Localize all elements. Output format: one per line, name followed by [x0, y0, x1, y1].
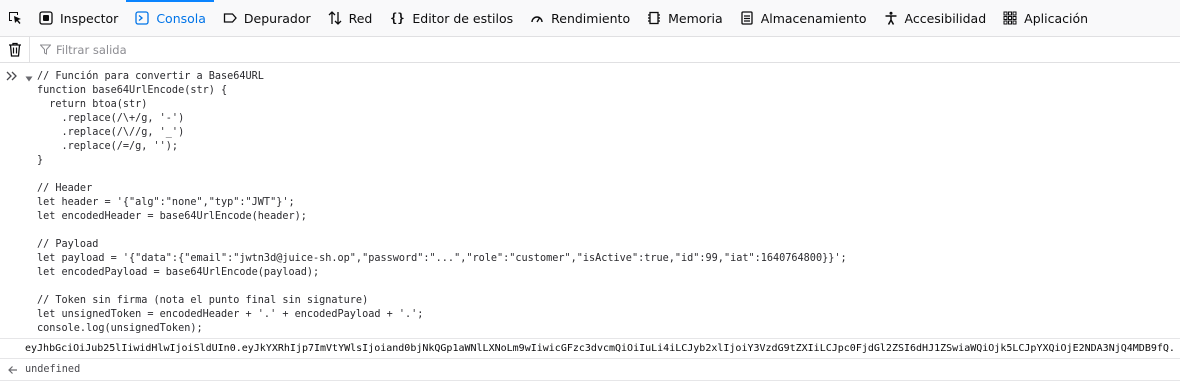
- tab-label: Consola: [156, 10, 206, 26]
- prompt-chevrons-icon: [6, 71, 19, 84]
- console-result-message: undefined: [0, 359, 1180, 381]
- inspector-icon: [38, 10, 54, 26]
- code-line: let unsignedToken = encodedHeader + '.' …: [37, 309, 424, 320]
- tab-label: Accesibilidad: [904, 10, 987, 26]
- code-line: let header = '{"alg":"none","typ":"JWT"}…: [37, 197, 295, 208]
- tab-console[interactable]: Consola: [126, 0, 214, 36]
- code-line: }: [37, 155, 44, 166]
- code-line: let encodedPayload = base64UrlEncode(pay…: [37, 267, 320, 278]
- code-line: function base64UrlEncode(str) {: [37, 85, 228, 96]
- style-editor-icon: {}: [390, 11, 405, 25]
- tab-label: Red: [348, 10, 373, 26]
- collapse-triangle-icon[interactable]: [25, 74, 33, 85]
- application-icon: [1002, 10, 1018, 26]
- tab-inspector[interactable]: Inspector: [30, 0, 126, 36]
- code-line: let payload = '{"data":{"email":"jwtn3d@…: [37, 253, 847, 264]
- tab-label: Depurador: [243, 10, 311, 26]
- result-arrow-icon: [7, 359, 19, 390]
- code-line: // Token sin firma (nota el punto final …: [37, 295, 369, 306]
- code-block: // Función para convertir a Base64URL fu…: [25, 63, 1180, 336]
- tab-accessibility[interactable]: Accesibilidad: [875, 0, 995, 36]
- trash-icon: [8, 42, 21, 57]
- devtools-toolbar: Inspector Consola Depurador Red {} Edito…: [0, 0, 1180, 37]
- tab-storage[interactable]: Almacenamiento: [731, 0, 875, 36]
- console-filter-bar: Filtrar salida: [0, 37, 1180, 63]
- filter-icon: [40, 44, 51, 55]
- memory-icon: [646, 10, 662, 26]
- code-line: .replace(/\//g, '_'): [37, 127, 185, 138]
- tab-debugger[interactable]: Depurador: [214, 0, 319, 36]
- clear-console-button[interactable]: [0, 37, 30, 62]
- element-picker-icon: [9, 12, 21, 24]
- console-log-message: eyJhbGciOiJub25lIiwidHlwIjoiSldUIn0.eyJk…: [0, 339, 1180, 359]
- tab-memory[interactable]: Memoria: [638, 0, 731, 36]
- tab-label: Editor de estilos: [412, 10, 514, 26]
- result-value: undefined: [25, 364, 81, 375]
- console-output: // Función para convertir a Base64URL fu…: [0, 63, 1180, 381]
- console-icon: [134, 10, 150, 26]
- accessibility-icon: [883, 10, 899, 26]
- code-line: return btoa(str): [37, 99, 148, 110]
- filter-placeholder: Filtrar salida: [56, 42, 127, 57]
- code-line: // Función para convertir a Base64URL: [37, 71, 264, 82]
- tab-label: Almacenamiento: [760, 10, 867, 26]
- tab-style-editor[interactable]: {} Editor de estilos: [380, 0, 521, 36]
- storage-icon: [739, 10, 755, 26]
- code-line: // Header: [37, 183, 93, 194]
- code-line: console.log(unsignedToken);: [37, 323, 203, 334]
- tab-performance[interactable]: Rendimiento: [521, 0, 638, 36]
- tab-label: Memoria: [668, 10, 723, 26]
- filter-output-input[interactable]: Filtrar salida: [30, 43, 127, 57]
- debugger-icon: [222, 10, 238, 26]
- tab-label: Aplicación: [1024, 10, 1089, 26]
- tab-label: Inspector: [60, 10, 119, 26]
- code-line: // Payload: [37, 239, 99, 250]
- code-line: .replace(/=/g, '');: [37, 141, 179, 152]
- console-input-message: // Función para convertir a Base64URL fu…: [0, 63, 1180, 339]
- element-picker-button[interactable]: [0, 0, 30, 36]
- network-icon: [327, 10, 343, 26]
- code-line: let encodedHeader = base64UrlEncode(head…: [37, 211, 307, 222]
- tab-application[interactable]: Aplicación: [994, 0, 1096, 36]
- code-line: .replace(/\+/g, '-'): [37, 113, 185, 124]
- tab-network[interactable]: Red: [319, 0, 381, 36]
- tab-label: Rendimiento: [551, 10, 631, 26]
- performance-icon: [529, 10, 545, 26]
